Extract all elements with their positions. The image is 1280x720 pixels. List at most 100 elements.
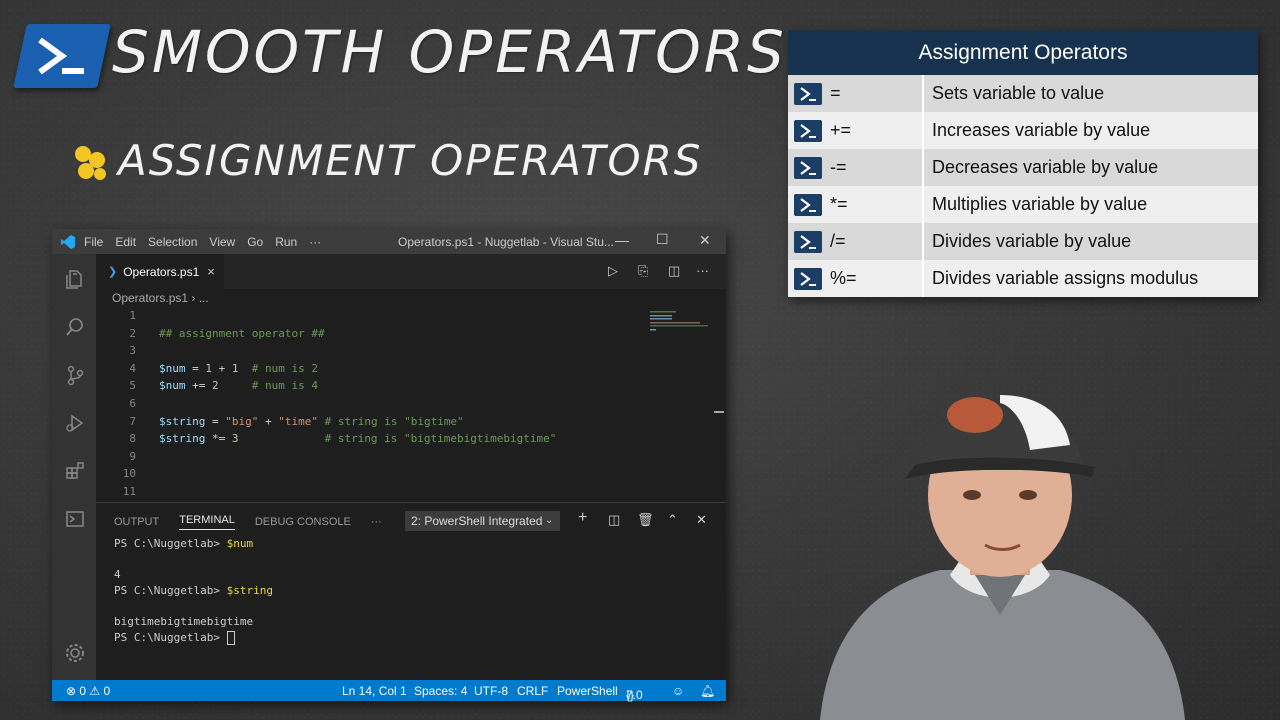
- terminal-select-value: 2: PowerShell Integrated: [411, 514, 543, 528]
- table-row: -= Decreases variable by value: [788, 149, 1258, 186]
- slide-subtitle: ASSIGNMENT OPERATORS: [118, 136, 703, 185]
- line-number: 3: [129, 344, 136, 358]
- split-terminal-icon[interactable]: ◫: [608, 512, 620, 528]
- panel-tabs: OUTPUT TERMINAL DEBUG CONSOLE ···: [114, 514, 402, 530]
- cursor-position[interactable]: Ln 14, Col 1: [342, 684, 407, 698]
- tab-terminal[interactable]: TERMINAL: [179, 514, 235, 530]
- code-editor[interactable]: 1 2 ## assignment operator ## 3 4 $num = 1…: [96, 309, 656, 499]
- line-ending[interactable]: CRLF: [517, 684, 548, 698]
- slide-title: SMOOTH OPERATORS: [112, 18, 787, 86]
- powershell-prompt-icon: [794, 193, 822, 216]
- operator-description: Divides variable by value: [932, 231, 1132, 251]
- maximize-icon[interactable]: ☐: [656, 231, 669, 248]
- menu-run[interactable]: Run: [275, 235, 297, 249]
- terminal-result: 4: [114, 568, 121, 581]
- vscode-logo-icon: [61, 234, 75, 249]
- editor-tabs: ❯ Operators.ps1 × ▷ ⎘ ◫ ···: [96, 254, 726, 289]
- terminal-prompt: PS C:\Nuggetlab>: [114, 631, 227, 644]
- menu-view[interactable]: View: [209, 235, 235, 249]
- new-terminal-icon[interactable]: +: [578, 509, 587, 527]
- powershell-prompt-icon: [794, 156, 822, 179]
- more-actions-icon[interactable]: ···: [696, 263, 709, 278]
- table-header: Assignment Operators: [788, 30, 1258, 75]
- tab-label: Operators.ps1: [123, 264, 200, 279]
- line-number: 8: [129, 432, 136, 446]
- table-row: /= Divides variable by value: [788, 223, 1258, 260]
- line-number: 4: [129, 361, 136, 375]
- tab-debug-console[interactable]: DEBUG CONSOLE: [255, 516, 351, 528]
- menu-more[interactable]: ···: [309, 235, 321, 249]
- window-title: Operators.ps1 - Nuggetlab - Visual Stu..…: [398, 235, 614, 249]
- minimize-icon[interactable]: —: [615, 232, 629, 248]
- vscode-window: File Edit Selection View Go Run ··· Oper…: [52, 229, 726, 702]
- run-icon[interactable]: ▷: [608, 263, 618, 279]
- explorer-icon[interactable]: [64, 268, 86, 290]
- breadcrumb[interactable]: Operators.ps1 › ...: [112, 291, 209, 305]
- language-mode[interactable]: PowerShell: [557, 684, 618, 698]
- powershell-prompt-icon: [794, 267, 822, 290]
- operator-symbol: %=: [830, 268, 857, 288]
- terminal-command: $string: [226, 584, 273, 597]
- problems-indicator[interactable]: ⊗ 0 ⚠ 0: [66, 684, 110, 698]
- extensions-icon[interactable]: [64, 460, 86, 482]
- line-number: 9: [129, 449, 136, 463]
- menu-file[interactable]: File: [84, 235, 103, 249]
- powershell-logo-icon: [13, 24, 111, 88]
- bullet-icon: [75, 146, 106, 180]
- line-number: 10: [122, 467, 136, 481]
- operator-symbol: =: [830, 83, 841, 103]
- tab-output[interactable]: OUTPUT: [114, 516, 159, 528]
- menu-bar: File Edit Selection View Go Run ···: [84, 235, 333, 249]
- operator-description: Decreases variable by value: [932, 157, 1159, 177]
- assignment-operators-table: Assignment Operators = Sets variable to …: [788, 30, 1258, 297]
- tab-operators-ps1[interactable]: ❯ Operators.ps1 ×: [96, 254, 224, 289]
- operator-description: Sets variable to value: [932, 83, 1105, 103]
- powershell-extension-icon[interactable]: [64, 508, 86, 530]
- open-changes-icon[interactable]: ⎘: [638, 263, 648, 279]
- code-line: $string = "big" + "time" # string is "bi…: [159, 414, 464, 428]
- terminal-prompt: PS C:\Nuggetlab>: [114, 584, 227, 597]
- line-number: 6: [129, 397, 136, 410]
- gear-icon[interactable]: [64, 642, 86, 664]
- powershell-prompt-icon: [794, 82, 822, 105]
- code-line: $num = 1 + 1 # num is 2: [159, 361, 318, 375]
- code-line: $string *= 3 # string is "bigtimebigtime…: [159, 432, 557, 446]
- source-control-icon[interactable]: [64, 364, 86, 386]
- line-number: 1: [129, 309, 136, 322]
- indentation[interactable]: Spaces: 4: [414, 684, 467, 698]
- trash-icon[interactable]: 🗑: [637, 512, 654, 528]
- bottom-panel: OUTPUT TERMINAL DEBUG CONSOLE ··· 2: Pow…: [96, 502, 726, 681]
- line-number: 7: [129, 414, 136, 428]
- close-window-icon[interactable]: ✕: [699, 232, 711, 249]
- line-number: 5: [129, 379, 136, 393]
- close-panel-icon[interactable]: ✕: [696, 512, 707, 528]
- split-editor-icon[interactable]: ◫: [668, 263, 680, 279]
- operator-description: Increases variable by value: [932, 120, 1151, 140]
- encoding[interactable]: UTF-8: [474, 684, 508, 698]
- title-bar: File Edit Selection View Go Run ··· Oper…: [52, 229, 726, 254]
- bell-icon[interactable]: 🔔︎: [700, 684, 715, 698]
- search-icon[interactable]: [64, 316, 86, 338]
- chevron-down-icon[interactable]: ⌄: [545, 515, 553, 526]
- powershell-file-icon: ❯: [108, 266, 118, 278]
- operator-symbol: -=: [830, 157, 847, 177]
- code-line: ## assignment operator ##: [159, 326, 325, 340]
- terminal-result: bigtimebigtimebigtime: [114, 615, 254, 628]
- maximize-panel-icon[interactable]: ⌃: [667, 512, 678, 528]
- minimap[interactable]: [650, 309, 710, 339]
- line-number: 11: [122, 485, 136, 498]
- powershell-prompt-icon: [794, 230, 822, 253]
- menu-edit[interactable]: Edit: [115, 235, 136, 249]
- panel-more-button[interactable]: ···: [371, 516, 382, 528]
- menu-selection[interactable]: Selection: [148, 235, 197, 249]
- editor-scrollbar[interactable]: [714, 411, 724, 413]
- menu-go[interactable]: Go: [247, 235, 263, 249]
- terminal-select[interactable]: 2: PowerShell Integrated: [405, 511, 560, 531]
- run-debug-icon[interactable]: [64, 412, 86, 434]
- feedback-icon[interactable]: ☺: [672, 684, 684, 698]
- operator-symbol: *=: [830, 194, 848, 214]
- close-tab-icon[interactable]: ×: [207, 264, 215, 279]
- terminal-command: $num: [226, 537, 254, 550]
- status-bar: ⊗ 0 ⚠ 0 Ln 14, Col 1 Spaces: 4 UTF-8 CRL…: [52, 680, 726, 702]
- terminal-prompt: PS C:\Nuggetlab>: [114, 537, 227, 550]
